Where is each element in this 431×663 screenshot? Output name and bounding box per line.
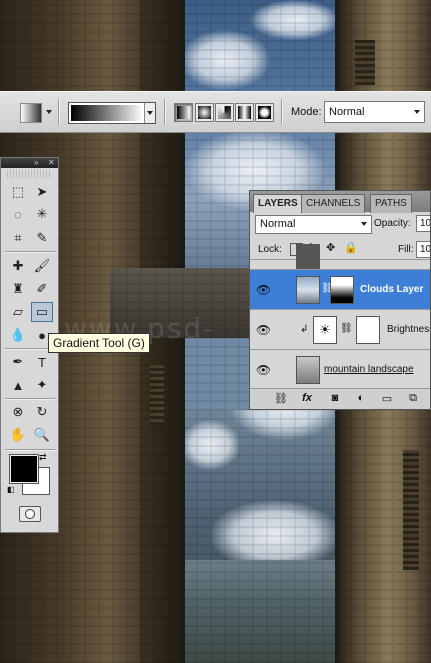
chain-link-icon[interactable]: ⛓ <box>340 323 353 334</box>
mode-label: Mode: <box>291 106 322 118</box>
eye-icon[interactable]: 👁 <box>255 321 272 338</box>
3d-orbit-tool-icon[interactable]: ↻ <box>31 402 53 422</box>
tab-channels[interactable]: CHANNELS <box>301 194 366 213</box>
marquee-tool-icon[interactable]: ⬚ <box>7 182 29 202</box>
lasso-tool-icon[interactable]: ◌ <box>7 204 29 224</box>
gradient-picker[interactable] <box>68 102 156 124</box>
layer-thumbnail <box>296 276 320 304</box>
layer-row[interactable]: 👁 mountain landscape <box>250 349 430 389</box>
divider <box>5 398 55 400</box>
3d-rotate-tool-icon[interactable]: ⊗ <box>7 402 29 422</box>
blend-row: Normal Opacity: 10 <box>250 215 430 235</box>
lock-label: Lock: <box>258 244 282 255</box>
hand-tool-icon[interactable]: ✋ <box>7 425 29 445</box>
clone-stamp-tool-icon[interactable]: ♜ <box>7 279 29 299</box>
zoom-tool-icon[interactable]: 🔍 <box>31 425 53 445</box>
opacity-label: Opacity: <box>374 218 411 229</box>
gradient-preview <box>71 105 143 121</box>
lock-all-icon[interactable]: 🔒 <box>344 243 358 254</box>
layer-mask-thumbnail[interactable] <box>356 316 380 344</box>
fill-input[interactable]: 10 <box>416 241 430 258</box>
blur-tool-icon[interactable]: 💧 <box>7 325 29 345</box>
new-layer-icon[interactable]: ⧉ <box>406 392 420 405</box>
divider <box>58 99 60 125</box>
layer-row[interactable]: 👁 ⛓ Clouds Layer <box>250 269 430 309</box>
tool-preset-picker[interactable] <box>20 103 42 123</box>
layer-mask-thumbnail[interactable] <box>330 276 354 304</box>
gradient-dropdown-button[interactable] <box>144 103 155 123</box>
eye-icon[interactable]: 👁 <box>255 281 272 298</box>
quick-mask-button[interactable] <box>19 506 41 522</box>
layer-row[interactable]: 👁 ↲ ☀ ⛓ Brightness <box>250 309 430 349</box>
add-mask-icon[interactable]: ◙ <box>328 392 342 404</box>
reflected-gradient-icon[interactable] <box>235 103 254 122</box>
folder-icon[interactable]: ▭ <box>380 392 394 405</box>
link-layers-icon[interactable]: ⛓ <box>274 392 288 405</box>
history-brush-tool-icon[interactable]: ✐ <box>31 279 53 299</box>
divider <box>5 251 55 253</box>
chevron-down-icon <box>361 222 367 226</box>
layers-bottom-bar: ⛓ fx ◙ ◐ ▭ ⧉ <box>250 388 430 409</box>
lock-row: Lock: ✎ ✥ 🔒 Fill: 10 <box>250 241 430 259</box>
healing-brush-tool-icon[interactable]: ✚ <box>7 256 29 276</box>
mode-value: Normal <box>329 106 365 118</box>
layer-thumbnail <box>296 356 320 384</box>
foreground-color-swatch[interactable] <box>9 454 39 484</box>
swap-colors-icon[interactable]: ⇄ <box>39 452 47 463</box>
fill-label: Fill: <box>398 244 414 255</box>
layer-thumbnail <box>296 244 320 270</box>
divider <box>164 99 166 125</box>
divider <box>5 449 55 451</box>
layers-panel: LAYERS CHANNELS PATHS Normal Opacity: 10… <box>249 190 431 410</box>
tab-layers[interactable]: LAYERS <box>253 194 303 213</box>
opacity-input[interactable]: 10 <box>416 215 430 232</box>
linear-gradient-icon[interactable] <box>174 103 193 122</box>
path-selection-tool-icon[interactable]: ▲ <box>7 375 29 395</box>
default-colors-icon[interactable]: ◧ <box>7 485 15 494</box>
layer-name[interactable]: mountain landscape <box>324 364 414 375</box>
chevron-down-icon <box>414 110 420 114</box>
adjustment-layer-icon[interactable]: ◐ <box>354 392 368 404</box>
blend-mode-select[interactable]: Normal <box>255 215 372 234</box>
angle-gradient-icon[interactable] <box>215 103 234 122</box>
clip-arrow-icon: ↲ <box>300 324 309 335</box>
magic-wand-tool-icon[interactable]: ✳ <box>31 204 53 224</box>
brush-tool-icon[interactable]: 🖌 <box>31 256 53 276</box>
type-tool-icon[interactable]: T <box>31 352 53 372</box>
tooltip: Gradient Tool (G) <box>48 333 150 353</box>
lock-position-icon[interactable]: ✥ <box>326 243 337 254</box>
tab-paths[interactable]: PATHS <box>370 194 412 213</box>
collapse-icon[interactable]: » <box>34 158 38 168</box>
tools-panel-header[interactable]: » ✕ <box>1 158 58 168</box>
eye-icon[interactable]: 👁 <box>255 361 272 378</box>
radial-gradient-icon[interactable] <box>195 103 214 122</box>
move-tool-icon[interactable]: ➤ <box>31 182 53 202</box>
shape-tool-icon[interactable]: ✦ <box>31 375 53 395</box>
blend-mode-value: Normal <box>260 218 296 230</box>
pen-tool-icon[interactable]: ✒ <box>7 352 29 372</box>
chevron-down-icon[interactable] <box>46 110 52 114</box>
eyedropper-tool-icon[interactable]: ✎ <box>31 228 53 248</box>
divider <box>281 99 283 125</box>
brightness-adjustment-icon[interactable]: ☀ <box>313 316 337 344</box>
crop-tool-icon[interactable]: ⌗ <box>7 228 29 248</box>
diamond-gradient-icon[interactable] <box>255 103 274 122</box>
panel-tabs: LAYERS CHANNELS PATHS <box>250 191 430 213</box>
options-bar: Mode: Normal <box>0 91 431 133</box>
eraser-tool-icon[interactable]: ▱ <box>7 302 29 322</box>
chevron-down-icon <box>147 111 153 115</box>
mode-select[interactable]: Normal <box>324 101 425 123</box>
layer-name[interactable]: Brightness <box>387 324 430 335</box>
panel-grip[interactable] <box>7 170 52 178</box>
layer-row-partial[interactable] <box>250 244 430 270</box>
gradient-tool-icon[interactable]: ▭ <box>31 302 53 322</box>
layer-name[interactable]: Clouds Layer <box>360 284 423 295</box>
close-icon[interactable]: ✕ <box>48 158 55 168</box>
fx-icon[interactable]: fx <box>300 392 314 404</box>
